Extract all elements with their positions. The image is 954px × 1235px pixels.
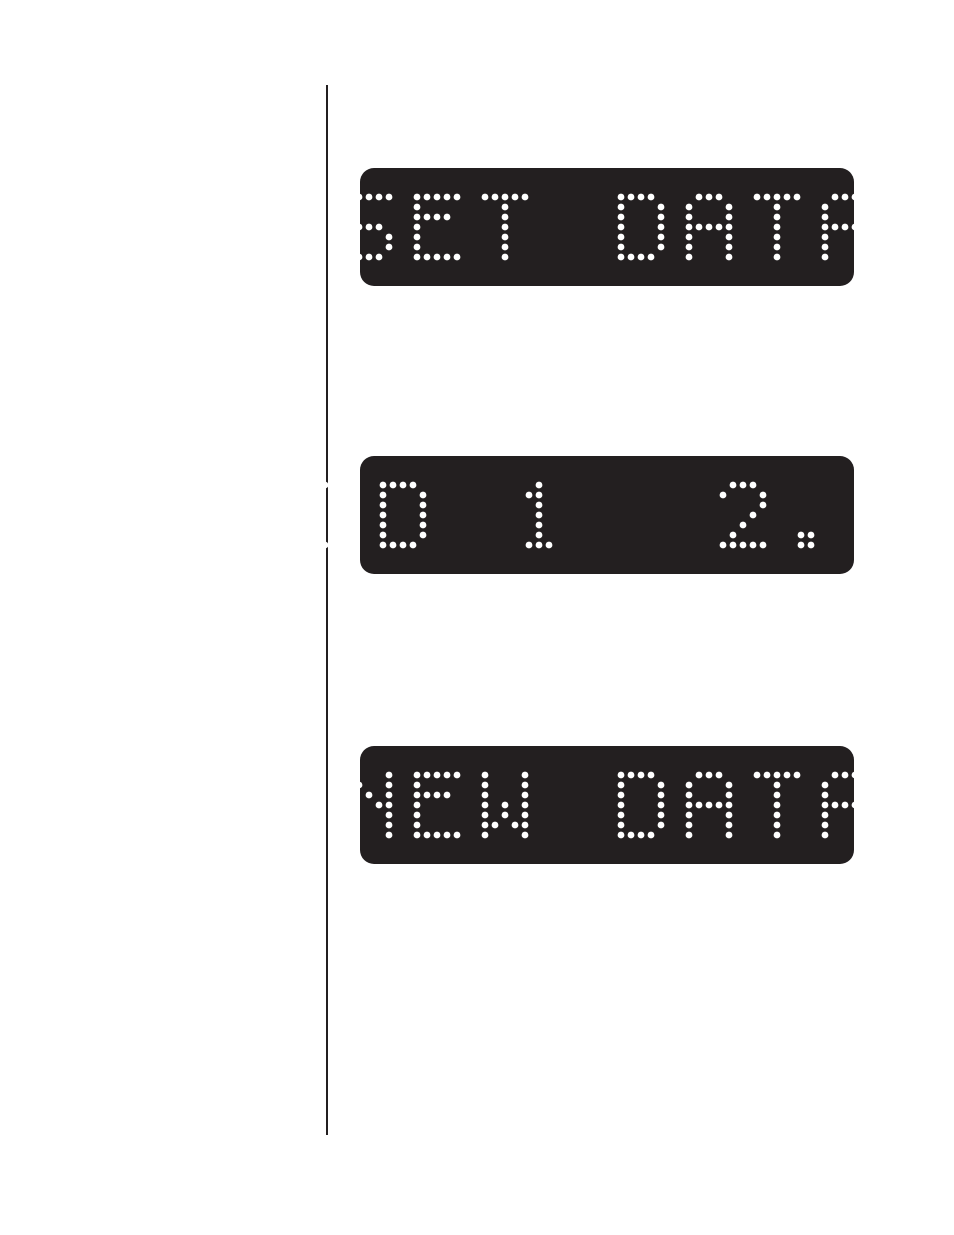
lcd-display-set-data — [360, 168, 854, 286]
vertical-divider — [326, 85, 328, 1135]
lcd-text — [344, 192, 870, 262]
lcd-text — [310, 480, 904, 550]
lcd-display-new-data — [360, 746, 854, 864]
lcd-text — [344, 770, 870, 840]
lcd-display-cd1-2-8 — [360, 456, 854, 574]
page — [0, 0, 954, 1235]
